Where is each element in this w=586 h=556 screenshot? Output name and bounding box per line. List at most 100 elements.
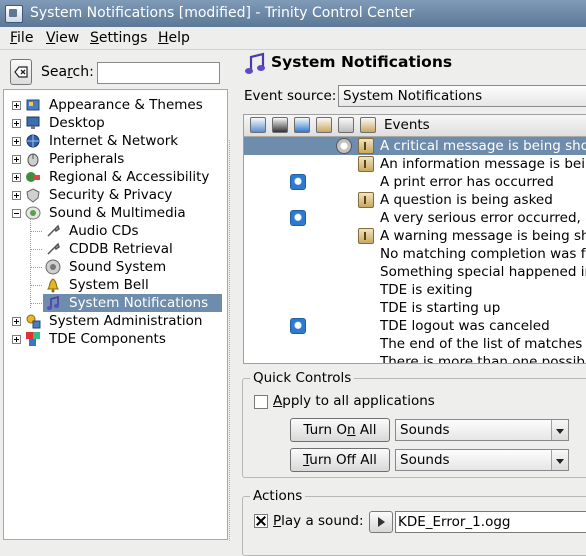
taskbar-icon[interactable]: [316, 117, 332, 133]
expand-icon[interactable]: [12, 101, 21, 110]
apply-all-checkbox[interactable]: [254, 395, 268, 409]
network-icon: [25, 133, 41, 149]
execute-icon[interactable]: [250, 117, 266, 133]
turn-off-all-button[interactable]: Turn Off All: [290, 448, 390, 472]
wrench-icon: [45, 241, 61, 257]
actions-title: Actions: [250, 488, 306, 504]
expand-icon[interactable]: [12, 317, 21, 326]
event-row[interactable]: No matching completion was found: [244, 245, 586, 263]
sound-icon[interactable]: [358, 138, 374, 154]
event-row[interactable]: TDE logout was canceled: [244, 317, 586, 335]
messagebox-icon[interactable]: [294, 117, 310, 133]
desktop-icon: [25, 115, 41, 131]
menubar: File View Settings Help: [0, 27, 586, 50]
play-sound-checkbox[interactable]: [254, 514, 268, 528]
sound-icon[interactable]: [358, 228, 374, 244]
components-icon: [25, 331, 41, 347]
bell-icon: [45, 277, 61, 293]
tree-connector: [30, 303, 42, 304]
expand-icon[interactable]: [12, 191, 21, 200]
passive-popup-icon[interactable]: [338, 117, 354, 133]
search-label: Search:: [41, 64, 94, 80]
tree-item-label: Internet & Network: [49, 133, 179, 149]
sound-icon[interactable]: [358, 156, 374, 172]
turn-off-type-select[interactable]: Sounds: [395, 449, 569, 471]
event-row[interactable]: Something special happened in the progra…: [244, 263, 586, 281]
tree-item-label: Desktop: [49, 115, 105, 131]
event-row[interactable]: There is more than one possible match: [244, 353, 586, 364]
expand-icon[interactable]: [12, 173, 21, 182]
events-header: Events: [244, 115, 586, 137]
page-title: System Notifications: [271, 53, 453, 71]
clear-search-button[interactable]: [10, 59, 32, 85]
messagebox-icon[interactable]: [290, 318, 306, 334]
menu-settings[interactable]: Settings: [90, 30, 147, 46]
messagebox-icon[interactable]: [290, 210, 306, 226]
event-row[interactable]: An information message is being shown: [244, 155, 586, 173]
play-sound-label[interactable]: Play a sound:: [273, 513, 364, 529]
event-row[interactable]: TDE is starting up: [244, 299, 586, 317]
expand-icon[interactable]: [12, 119, 21, 128]
expand-icon[interactable]: [12, 137, 21, 146]
turn-off-type-value: Sounds: [400, 452, 450, 468]
menu-file[interactable]: File: [10, 30, 33, 46]
events-list[interactable]: Events A critical message is being shown…: [243, 114, 586, 364]
event-label: There is more than one possible match: [380, 354, 586, 364]
sound-icon: [25, 205, 41, 221]
event-label: A critical message is being shown: [380, 138, 586, 154]
sound-icon[interactable]: [358, 192, 374, 208]
window-menu-icon[interactable]: [5, 5, 23, 23]
turn-on-type-select[interactable]: Sounds: [395, 419, 569, 441]
event-row[interactable]: A print error has occurred: [244, 173, 586, 191]
music-note-icon: [244, 52, 266, 76]
event-row[interactable]: A warning message is being shown: [244, 227, 586, 245]
events-column-header[interactable]: Events: [384, 117, 430, 133]
tree-connector: [30, 267, 42, 268]
event-label: TDE logout was canceled: [380, 318, 550, 334]
event-label: A print error has occurred: [380, 174, 554, 190]
play-test-button[interactable]: [369, 511, 393, 533]
tree-item-label: Peripherals: [49, 151, 125, 167]
tree-connector: [30, 231, 42, 232]
tree-connector: [30, 285, 42, 286]
terminal-icon[interactable]: [272, 117, 288, 133]
event-label: A warning message is being shown: [380, 228, 586, 244]
window-title: System Notifications [modified] - Trinit…: [30, 5, 415, 21]
expand-icon[interactable]: [12, 155, 21, 164]
collapse-icon[interactable]: [12, 209, 21, 218]
expand-icon[interactable]: [12, 335, 21, 344]
tree-item-label: CDDB Retrieval: [69, 241, 173, 257]
sound-icon[interactable]: [360, 117, 376, 133]
tree-connector: [30, 218, 31, 308]
search-input[interactable]: [97, 62, 220, 84]
apply-all-label[interactable]: Apply to all applications: [273, 393, 435, 409]
event-label: An information message is being shown: [380, 156, 586, 172]
event-label: A question is being asked: [380, 192, 553, 208]
messagebox-icon[interactable]: [290, 174, 306, 190]
event-row[interactable]: TDE is exiting: [244, 281, 586, 299]
event-source-select[interactable]: System Notifications: [338, 85, 586, 107]
tree-item-label: Sound System: [69, 259, 167, 275]
turn-on-all-button[interactable]: Turn On All: [290, 418, 390, 442]
menu-help[interactable]: Help: [158, 30, 190, 46]
event-row[interactable]: A critical message is being shown: [244, 137, 586, 155]
panel-splitter[interactable]: [229, 140, 232, 541]
tree-connector: [30, 249, 42, 250]
event-row[interactable]: The end of the list of matches has been …: [244, 335, 586, 353]
event-label: No matching completion was found: [380, 246, 586, 262]
speaker-icon: [45, 259, 61, 275]
tree-item-label: Security & Privacy: [49, 187, 173, 203]
event-label: TDE is exiting: [380, 282, 473, 298]
passive-popup-icon[interactable]: [336, 138, 352, 154]
event-row[interactable]: A question is being asked: [244, 191, 586, 209]
event-row[interactable]: A very serious error occurred, at least: [244, 209, 586, 227]
tree-item-label: System Notifications: [69, 295, 209, 311]
tree-item-label: Audio CDs: [69, 223, 139, 239]
tree-item-label: System Administration: [49, 313, 203, 329]
sound-file-input[interactable]: [395, 511, 586, 533]
mouse-icon: [25, 151, 41, 167]
event-label: Something special happened in the progra…: [380, 264, 586, 280]
module-tree[interactable]: Appearance & Themes Desktop Internet & Net…: [3, 89, 228, 540]
menu-view[interactable]: View: [46, 30, 79, 46]
security-icon: [25, 187, 41, 203]
